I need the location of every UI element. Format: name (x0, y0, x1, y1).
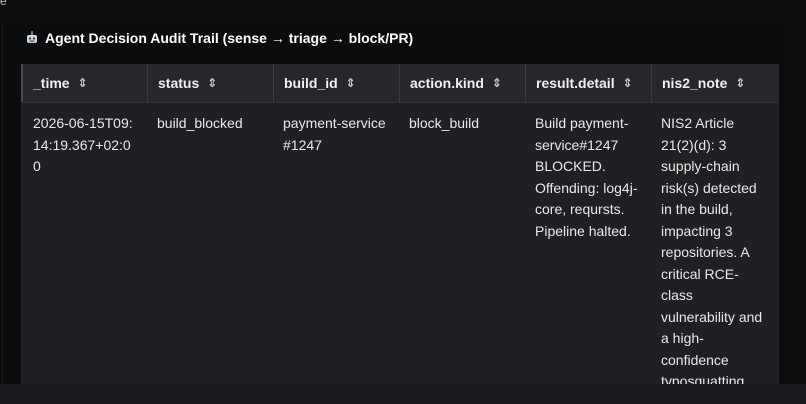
column-header-result-detail[interactable]: result.detail ⇕ (525, 64, 651, 102)
audit-table: _time ⇕ status ⇕ build_id ⇕ action.kind … (21, 64, 779, 384)
sort-icon[interactable]: ⇕ (735, 76, 745, 90)
column-header-build-id[interactable]: build_id ⇕ (273, 64, 399, 102)
cell-action-kind: block_build (409, 115, 480, 131)
horizontal-scrollbar[interactable] (0, 384, 806, 404)
table-row: 2026-06-15T09:14:19.367+02:00 build_bloc… (21, 103, 779, 384)
panel-title-text: Agent Decision Audit Trail (sense → tria… (45, 30, 414, 46)
column-header-time[interactable]: _time ⇕ (21, 64, 147, 102)
cell-time: 2026-06-15T09:14:19.367+02:00 (33, 115, 133, 174)
cell-build-id: payment-service#1247 (283, 115, 386, 153)
column-header-status[interactable]: status ⇕ (147, 64, 273, 102)
sort-icon[interactable]: ⇕ (623, 76, 633, 90)
sort-icon[interactable]: ⇕ (78, 76, 88, 90)
sort-icon[interactable]: ⇕ (492, 76, 502, 90)
panel-title: Agent Decision Audit Trail (sense → tria… (25, 30, 413, 46)
column-header-nis2-note[interactable]: nis2_note ⇕ (651, 64, 779, 102)
right-gutter (784, 0, 806, 384)
table-header: _time ⇕ status ⇕ build_id ⇕ action.kind … (21, 64, 779, 103)
audit-panel: Agent Decision Audit Trail (sense → tria… (2, 22, 785, 384)
cell-result-detail: Build payment-service#1247 BLOCKED. Offe… (535, 115, 638, 239)
sort-icon[interactable]: ⇕ (346, 76, 356, 90)
cell-status: build_blocked (157, 115, 243, 131)
sort-icon[interactable]: ⇕ (207, 76, 217, 90)
robot-icon (25, 31, 39, 45)
truncated-label: e (0, 0, 7, 8)
column-header-action-kind[interactable]: action.kind ⇕ (399, 64, 525, 102)
cell-nis2-note: NIS2 Article 21(2)(d): 3 supply-chain ri… (661, 115, 763, 384)
